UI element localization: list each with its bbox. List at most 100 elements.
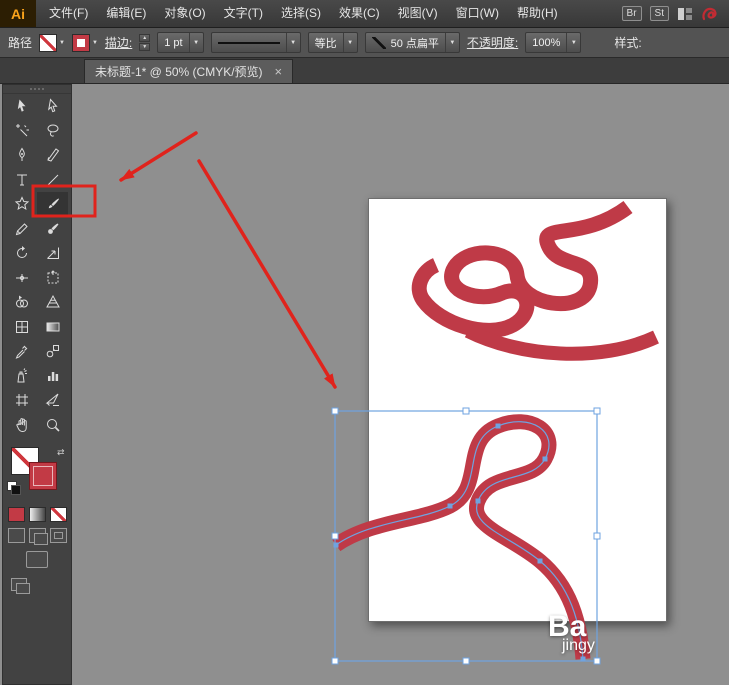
pencil-tool[interactable] (6, 217, 37, 242)
width-profile-dropdown-icon[interactable]: ▼ (343, 33, 357, 52)
stepper-down-icon[interactable]: ▼ (139, 43, 150, 51)
perspective-grid-tool[interactable] (37, 290, 68, 315)
brush-preview-icon (372, 37, 386, 49)
menu-item-0[interactable]: 文件(F) (40, 0, 97, 27)
star-tool[interactable] (6, 192, 37, 217)
menu-item-2[interactable]: 对象(O) (155, 0, 214, 27)
paintbrush-tool[interactable] (37, 192, 68, 217)
br-button[interactable]: Br (622, 6, 642, 21)
style-label: 样式: (614, 34, 641, 51)
opacity-dropdown-icon[interactable]: ▼ (566, 33, 580, 52)
zoom-tool[interactable] (37, 413, 68, 438)
menu-item-4[interactable]: 选择(S) (272, 0, 330, 27)
brush-definition-select[interactable]: 50 点扁平 ▼ (365, 32, 460, 53)
stroke-width-stepper[interactable]: ▲ ▼ (139, 34, 150, 51)
column-graph-tool[interactable] (37, 364, 68, 389)
bounding-box-handle[interactable] (332, 408, 338, 414)
fill-none-swatch[interactable] (39, 34, 57, 52)
hand-tool[interactable] (6, 413, 37, 438)
opacity-panel-link[interactable]: 不透明度: (467, 34, 518, 51)
draw-inside-button[interactable] (50, 528, 67, 543)
stroke-profile-dropdown-icon[interactable]: ▼ (286, 33, 300, 52)
none-button[interactable] (50, 507, 67, 522)
gradient-tool[interactable] (37, 315, 68, 340)
tab-close-icon[interactable]: × (275, 65, 283, 78)
stroke-panel-link[interactable]: 描边: (105, 34, 132, 51)
stepper-up-icon[interactable]: ▲ (139, 34, 150, 42)
slice-tool[interactable] (37, 388, 68, 413)
type-tool[interactable] (6, 168, 37, 193)
bounding-box-handle[interactable] (332, 533, 338, 539)
line-segment-tool[interactable] (37, 168, 68, 193)
anchor-point[interactable] (334, 543, 339, 548)
stroke-width-select[interactable]: 1 pt ▼ (157, 32, 203, 53)
blob-brush-tool[interactable] (37, 217, 68, 242)
artboard-tool[interactable] (6, 388, 37, 413)
lasso-tool[interactable] (37, 119, 68, 144)
tools-panel-grip[interactable] (3, 85, 71, 94)
control-bar: 路径 ▼ ▼ 描边: ▲ ▼ 1 pt ▼ ▼ 等比 ▼ 50 点扁平 ▼ 不透… (0, 28, 729, 58)
stroke-dropdown-icon[interactable]: ▼ (92, 40, 98, 46)
draw-normal-button[interactable] (8, 528, 25, 543)
bounding-box-handle[interactable] (463, 658, 469, 664)
opacity-select[interactable]: 100% ▼ (525, 32, 581, 53)
tools-panel: ⇄ (2, 84, 72, 685)
bounding-box-handle[interactable] (594, 408, 600, 414)
panels-icon[interactable] (11, 578, 27, 591)
menu-item-3[interactable]: 文字(T) (215, 0, 272, 27)
symbol-sprayer-tool[interactable] (6, 364, 37, 389)
color-button[interactable] (8, 507, 25, 522)
stroke-profile-select[interactable]: ▼ (211, 32, 301, 53)
menu-item-6[interactable]: 视图(V) (389, 0, 447, 27)
stroke-color-control[interactable]: ▼ (72, 34, 98, 52)
direct-selection-tool[interactable] (37, 94, 68, 119)
anchor-point[interactable] (476, 499, 481, 504)
anchor-point[interactable] (538, 559, 543, 564)
gradient-button[interactable] (29, 507, 46, 522)
stroke-width-dropdown-icon[interactable]: ▼ (189, 33, 203, 52)
rotate-tool[interactable] (6, 241, 37, 266)
fill-color-control[interactable]: ▼ (39, 34, 65, 52)
anchor-point[interactable] (543, 457, 548, 462)
anchor-point[interactable] (496, 424, 501, 429)
ribbon-upper[interactable] (419, 207, 628, 330)
width-tool[interactable] (6, 266, 37, 291)
canvas-area[interactable]: Ba jingy (74, 84, 729, 685)
brush-dropdown-icon[interactable]: ▼ (445, 33, 459, 52)
magic-wand-tool[interactable] (6, 119, 37, 144)
eyedropper-tool[interactable] (6, 339, 37, 364)
anchor-point[interactable] (581, 657, 586, 662)
menu-item-7[interactable]: 窗口(W) (447, 0, 508, 27)
swap-fill-stroke-icon[interactable]: ⇄ (57, 447, 65, 458)
stroke-red-swatch[interactable] (72, 34, 90, 52)
workspace-switcher-icon[interactable] (677, 7, 693, 21)
menu-item-5[interactable]: 效果(C) (330, 0, 389, 27)
screen-mode-button[interactable] (26, 551, 48, 568)
pen-tool[interactable] (6, 143, 37, 168)
st-button[interactable]: St (650, 6, 669, 21)
paint-buttons (3, 507, 71, 522)
bounding-box-handle[interactable] (594, 533, 600, 539)
scale-tool[interactable] (37, 241, 68, 266)
fill-stroke-indicator: ⇄ (3, 445, 71, 501)
draw-mode-buttons (3, 528, 71, 543)
cs-live-swirl-icon[interactable] (701, 6, 719, 22)
menu-item-1[interactable]: 编辑(E) (97, 0, 155, 27)
document-tab[interactable]: 未标题-1* @ 50% (CMYK/预览) × (84, 59, 293, 83)
menu-item-8[interactable]: 帮助(H) (508, 0, 567, 27)
stroke-color-swatch[interactable] (29, 462, 57, 490)
default-fill-stroke-icon[interactable] (7, 481, 21, 495)
curvature-pen-tool[interactable] (37, 143, 68, 168)
bounding-box-handle[interactable] (594, 658, 600, 664)
blend-tool[interactable] (37, 339, 68, 364)
free-transform-tool[interactable] (37, 266, 68, 291)
bounding-box-handle[interactable] (463, 408, 469, 414)
shape-builder-tool[interactable] (6, 290, 37, 315)
fill-dropdown-icon[interactable]: ▼ (59, 40, 65, 46)
mesh-tool[interactable] (6, 315, 37, 340)
width-profile-select[interactable]: 等比 ▼ (308, 32, 358, 53)
anchor-point[interactable] (448, 504, 453, 509)
draw-behind-button[interactable] (29, 528, 46, 543)
bounding-box-handle[interactable] (332, 658, 338, 664)
selection-tool[interactable] (6, 94, 37, 119)
